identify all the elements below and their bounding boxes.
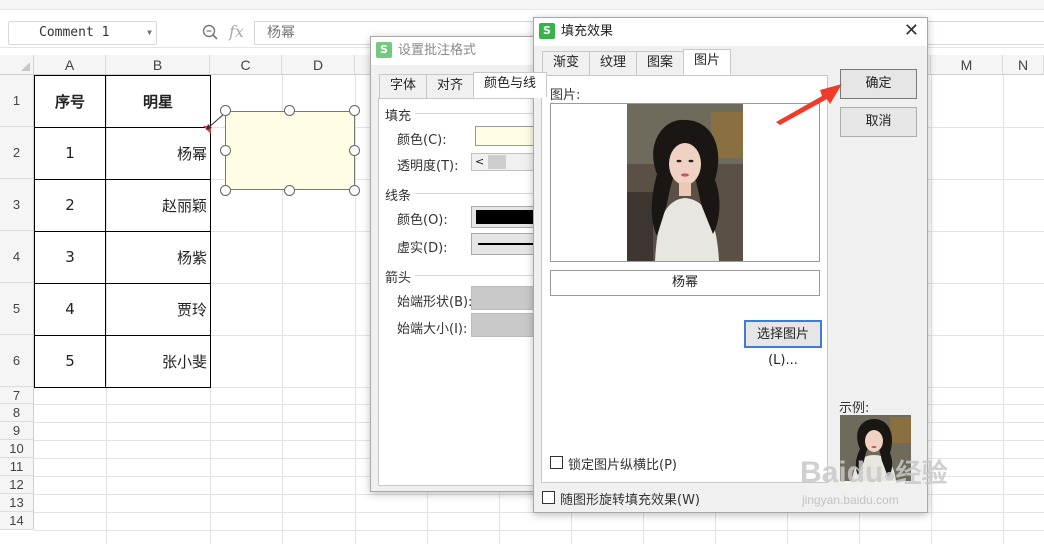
tab-pattern[interactable]: 图案 bbox=[636, 51, 685, 75]
begin-size-label: 始端大小(I): bbox=[397, 322, 468, 337]
select-all-corner[interactable] bbox=[0, 55, 34, 75]
row-header[interactable]: 13 bbox=[0, 494, 34, 512]
annotation-arrow-icon bbox=[776, 84, 842, 125]
wps-logo-icon: S bbox=[539, 23, 555, 39]
name-box[interactable]: Comment 1 ▼ bbox=[8, 21, 157, 45]
table-divider bbox=[34, 283, 211, 284]
comment-box[interactable] bbox=[225, 111, 355, 190]
dialog-title: 填充效果 bbox=[561, 24, 614, 39]
rotate-fill-label: 随图形旋转填充效果(W) bbox=[560, 493, 700, 508]
row-header[interactable]: 1 bbox=[0, 75, 34, 127]
lock-aspect-label: 锁定图片纵横比(P) bbox=[568, 458, 677, 473]
watermark-url: jingyan.baidu.com bbox=[802, 493, 899, 507]
column-header[interactable]: C bbox=[210, 55, 282, 75]
column-header[interactable]: D bbox=[282, 55, 355, 75]
table-divider bbox=[34, 179, 211, 180]
fx-icon[interactable]: fx bbox=[229, 22, 244, 41]
row-header[interactable]: 3 bbox=[0, 179, 34, 231]
tab-texture[interactable]: 纹理 bbox=[589, 51, 638, 75]
column-header[interactable]: A bbox=[34, 55, 106, 75]
picture-name-field: 杨幂 bbox=[550, 270, 820, 296]
dash-label: 虚实(D): bbox=[397, 241, 448, 256]
row-header[interactable]: 2 bbox=[0, 127, 34, 179]
close-icon[interactable]: ✕ bbox=[904, 22, 919, 40]
resize-handle-bottom-left[interactable] bbox=[220, 185, 231, 196]
tab-align[interactable]: 对齐 bbox=[426, 74, 475, 98]
arrow-section-title: 箭头 bbox=[385, 271, 412, 286]
select-picture-button[interactable]: 选择图片(L)... bbox=[744, 320, 822, 368]
watermark-brand: Baidu bbox=[800, 456, 884, 489]
resize-handle-bottom-right[interactable] bbox=[349, 185, 360, 196]
row-header[interactable]: 7 bbox=[0, 387, 34, 404]
resize-handle-right[interactable] bbox=[349, 145, 360, 156]
zoom-icon[interactable] bbox=[202, 24, 218, 40]
begin-style-label: 始端形状(B): bbox=[397, 295, 473, 310]
tab-gradient[interactable]: 渐变 bbox=[542, 51, 591, 75]
row-header[interactable]: 11 bbox=[0, 458, 34, 476]
toolbar-strip bbox=[0, 0, 1044, 10]
fill-color-label: 颜色(C): bbox=[397, 133, 447, 148]
format-tabs: 字体 对齐 颜色与线 bbox=[379, 72, 548, 98]
dialog-title: 设置批注格式 bbox=[398, 43, 477, 58]
grid-line bbox=[1003, 75, 1004, 544]
lock-aspect-checkbox[interactable] bbox=[550, 456, 563, 469]
table-divider bbox=[34, 127, 211, 128]
ok-button[interactable]: 确定 bbox=[840, 69, 917, 99]
column-header[interactable]: M bbox=[931, 55, 1003, 75]
baidu-watermark: Baidu●经验 jingyan.baidu.com bbox=[800, 456, 947, 507]
row-header[interactable]: 5 bbox=[0, 283, 34, 335]
table-divider bbox=[34, 335, 211, 336]
cancel-button[interactable]: 取消 bbox=[840, 107, 917, 137]
line-section-title: 线条 bbox=[385, 189, 412, 204]
watermark-brand-cn: 经验 bbox=[895, 458, 948, 488]
line-color-label: 颜色(O): bbox=[397, 213, 448, 228]
column-header[interactable]: B bbox=[106, 55, 210, 75]
dialog-titlebar: S 填充效果 ✕ bbox=[534, 18, 927, 46]
chevron-left-icon[interactable]: < bbox=[475, 154, 484, 170]
row-header[interactable]: 14 bbox=[0, 512, 34, 530]
resize-handle-left[interactable] bbox=[220, 145, 231, 156]
column-header[interactable]: N bbox=[1003, 55, 1044, 75]
row-header[interactable]: 9 bbox=[0, 422, 34, 440]
tab-font[interactable]: 字体 bbox=[379, 74, 428, 98]
resize-handle-top-left[interactable] bbox=[220, 105, 231, 116]
row-header[interactable]: 12 bbox=[0, 476, 34, 494]
row-header[interactable]: 10 bbox=[0, 440, 34, 458]
tab-picture[interactable]: 图片 bbox=[683, 49, 732, 75]
resize-handle-bottom[interactable] bbox=[284, 185, 295, 196]
portrait-photo bbox=[627, 104, 743, 261]
row-header[interactable]: 4 bbox=[0, 231, 34, 283]
picture-preview bbox=[550, 103, 820, 262]
row-header[interactable]: 8 bbox=[0, 404, 34, 422]
tab-color-line[interactable]: 颜色与线 bbox=[473, 72, 548, 98]
wps-logo-icon: S bbox=[376, 42, 392, 58]
resize-handle-top-right[interactable] bbox=[349, 105, 360, 116]
fill-tabs: 渐变 纹理 图案 图片 bbox=[542, 49, 732, 75]
picture-panel: 图片: 杨幂 选择图片(L)... 锁定图片纵横比(P) bbox=[541, 75, 828, 483]
fill-section-title: 填充 bbox=[385, 109, 412, 124]
paw-icon: ● bbox=[883, 465, 896, 487]
spreadsheet-window: Comment 1 ▼ fx 杨幂 ABCDEFGHIJKLMN 1234567… bbox=[0, 0, 1044, 544]
transparency-label: 透明度(T): bbox=[397, 159, 459, 174]
chevron-down-icon[interactable]: ▼ bbox=[147, 22, 152, 44]
resize-handle-top[interactable] bbox=[284, 105, 295, 116]
grid-line bbox=[34, 530, 1044, 531]
row-header[interactable]: 6 bbox=[0, 335, 34, 387]
sample-label: 示例: bbox=[839, 401, 870, 416]
fill-effects-dialog: S 填充效果 ✕ 渐变 纹理 图案 图片 图片: 杨幂 选择图片(L)... 锁… bbox=[533, 17, 928, 513]
watermark-logo: Baidu●经验 bbox=[800, 456, 947, 493]
picture-label: 图片: bbox=[550, 88, 581, 103]
rotate-fill-checkbox[interactable] bbox=[542, 491, 555, 504]
name-box-value: Comment 1 bbox=[39, 25, 110, 40]
slider-thumb[interactable] bbox=[488, 155, 506, 169]
table-divider bbox=[34, 231, 211, 232]
